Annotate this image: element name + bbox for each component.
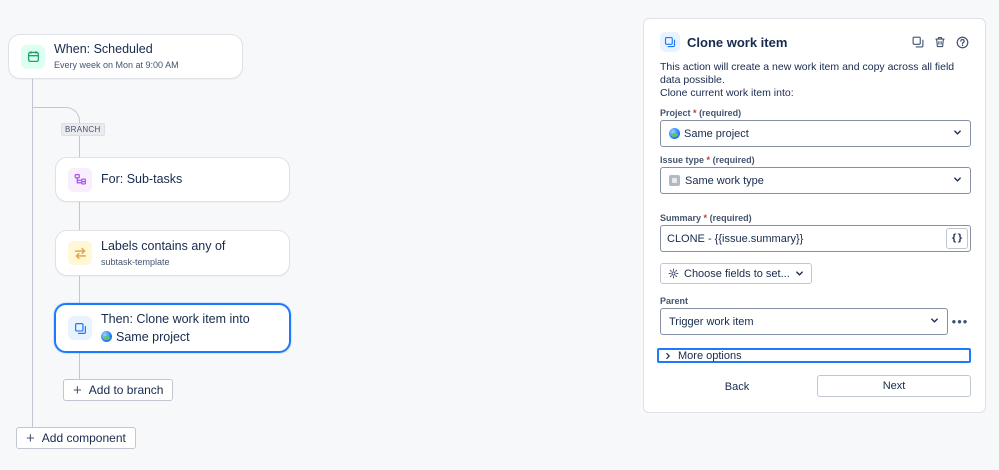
smart-value-button[interactable]: {} [946,228,968,249]
more-actions-icon[interactable]: ••• [951,314,969,329]
condition-title: Labels contains any of [101,238,226,253]
panel-title: Clone work item [687,34,788,50]
summary-label-text: Summary [660,213,702,223]
parent-select[interactable]: Trigger work item [660,308,948,335]
swap-arrows-icon [68,241,92,265]
duplicate-icon[interactable] [911,35,925,49]
summary-field[interactable]: CLONE - {{issue.summary}} {} [660,225,971,252]
choose-fields-label: Choose fields to set... [684,267,790,280]
add-component-label: Add component [41,431,126,445]
help-icon[interactable] [955,35,969,49]
required-text: (required) [699,108,742,118]
trash-icon[interactable] [933,35,947,49]
project-label-text: Project [660,108,691,118]
condition-node[interactable]: Labels contains any of subtask-template [55,230,290,276]
globe-icon [101,330,112,342]
add-to-branch-label: Add to branch [88,383,164,397]
required-asterisk: * [703,213,708,223]
action-subtitle: Same project [116,329,190,344]
required-text: (required) [712,155,755,165]
project-value: Same project [684,127,749,140]
issue-type-select[interactable]: Same work type [660,167,971,194]
work-type-icon [669,175,680,186]
project-label: Project * (required) [660,108,741,118]
more-options-label: More options [678,349,742,362]
for-subtasks-node[interactable]: For: Sub-tasks [55,157,290,202]
summary-label: Summary * (required) [660,213,752,223]
calendar-icon [21,44,45,69]
required-asterisk: * [693,108,697,118]
summary-value[interactable]: CLONE - {{issue.summary}} [661,233,946,245]
subtasks-icon [68,167,92,192]
branch-tag: BRANCH [61,123,105,136]
trigger-subtitle: Every week on Mon at 9:00 AM [54,60,179,70]
header-actions [911,35,969,49]
plus-icon: + [73,381,82,399]
panel-header: Clone work item [660,32,969,52]
trigger-title: When: Scheduled [54,42,153,56]
chevron-down-icon [930,316,939,328]
required-text: (required) [709,213,752,223]
panel-description: This action will create a new work item … [660,61,970,100]
next-button[interactable]: Next [817,375,971,397]
description-line-2: Clone current work item into: [660,87,794,99]
required-asterisk: * [706,155,711,165]
condition-subtitle: subtask-template [101,256,170,267]
gear-icon [668,268,679,279]
issue-type-label-text: Issue type [660,155,705,165]
chevron-down-icon [953,175,962,187]
chevron-down-icon [953,128,962,140]
chevron-down-icon [795,269,804,278]
clone-icon [660,32,680,52]
project-select[interactable]: Same project [660,120,971,147]
config-panel: Clone work item This action will create … [643,18,986,413]
add-component-button[interactable]: + Add component [16,427,136,449]
plus-icon: + [26,429,35,447]
connector-main [32,79,33,437]
issue-type-value: Same work type [685,174,764,187]
description-line-1: This action will create a new work item … [660,61,955,86]
action-title: Then: Clone work item into [101,311,250,326]
back-button[interactable]: Back [662,376,812,397]
globe-icon [669,128,680,139]
parent-value: Trigger work item [669,315,754,328]
for-node-title: For: Sub-tasks [101,172,183,186]
chevron-right-icon [664,352,672,360]
action-subtitle-row: Same project [101,330,250,345]
trigger-node[interactable]: When: Scheduled Every week on Mon at 9:0… [8,34,243,79]
add-to-branch-button[interactable]: + Add to branch [63,379,174,401]
issue-type-label: Issue type * (required) [660,155,755,165]
more-options-toggle[interactable]: More options [657,348,971,363]
choose-fields-button[interactable]: Choose fields to set... [660,263,812,284]
parent-label: Parent [660,296,689,306]
clone-icon [68,316,92,340]
action-node[interactable]: Then: Clone work item into Same project [54,303,291,353]
connector-branch-curve [33,107,80,123]
